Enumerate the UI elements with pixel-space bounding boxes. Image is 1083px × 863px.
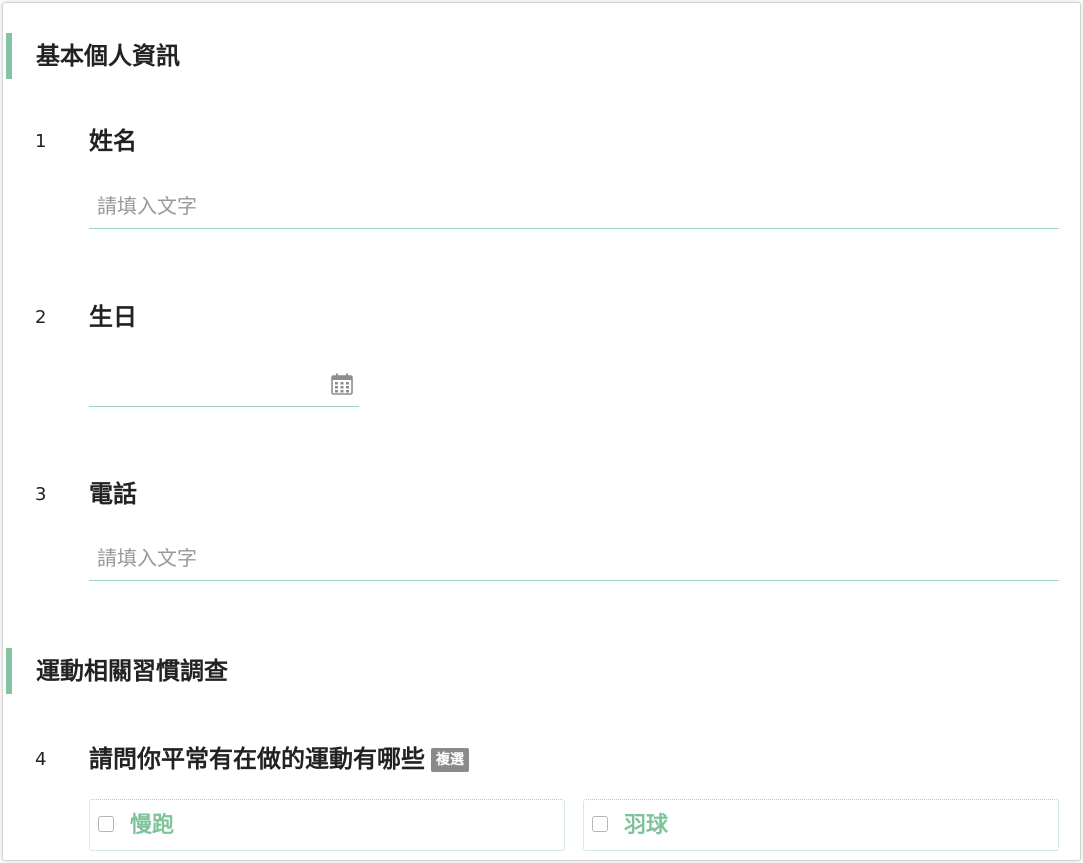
option-badminton[interactable]: 羽球 bbox=[583, 799, 1059, 851]
section-title-basic-info: 基本個人資訊 bbox=[6, 33, 180, 79]
checkbox[interactable] bbox=[592, 816, 608, 832]
option-label: 羽球 bbox=[624, 813, 669, 838]
option-jogging[interactable]: 慢跑 bbox=[89, 799, 565, 851]
question-label-birthday: 生日 bbox=[89, 303, 137, 331]
birthday-input[interactable] bbox=[89, 359, 319, 405]
question-number: 1 bbox=[35, 131, 47, 152]
multi-select-badge: 複選 bbox=[431, 748, 469, 772]
name-input[interactable] bbox=[89, 183, 1059, 229]
question-number: 3 bbox=[35, 484, 47, 505]
birthday-date-field[interactable] bbox=[89, 359, 359, 407]
question-number: 2 bbox=[35, 307, 47, 328]
question-label-phone: 電話 bbox=[89, 480, 137, 508]
option-label: 慢跑 bbox=[130, 813, 175, 838]
calendar-icon[interactable] bbox=[330, 372, 354, 396]
question-number: 4 bbox=[35, 749, 47, 770]
survey-form: 基本個人資訊 1 姓名 2 生日 3 電話 bbox=[2, 2, 1081, 861]
question-label-name: 姓名 bbox=[89, 127, 137, 155]
section-title-exercise-habits: 運動相關習慣調查 bbox=[6, 648, 228, 694]
checkbox[interactable] bbox=[98, 816, 114, 832]
phone-input[interactable] bbox=[89, 535, 1059, 581]
question-label-exercise: 請問你平常有在做的運動有哪些 複選 bbox=[89, 743, 469, 775]
question-text: 請問你平常有在做的運動有哪些 bbox=[89, 745, 425, 773]
